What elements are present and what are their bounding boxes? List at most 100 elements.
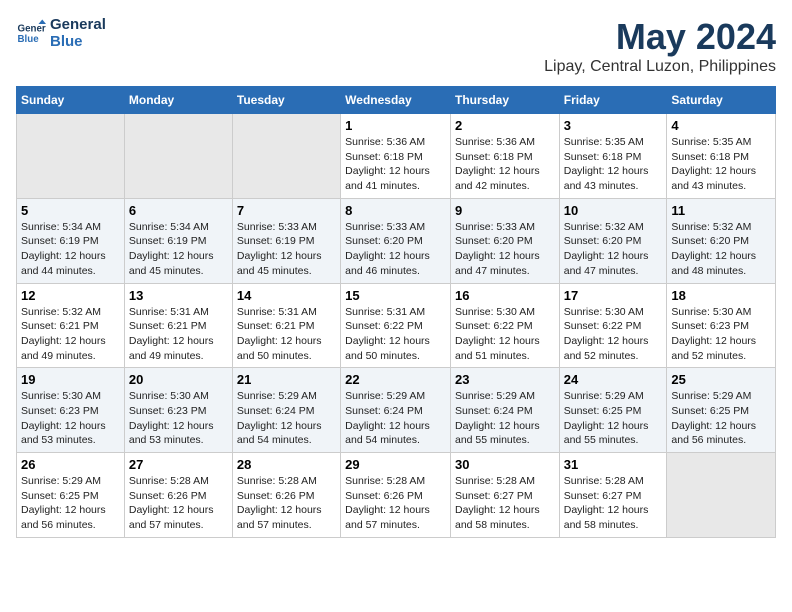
day-info: Sunrise: 5:28 AMSunset: 6:26 PMDaylight:… [345, 474, 446, 533]
day-number: 28 [237, 457, 336, 472]
day-info: Sunrise: 5:29 AMSunset: 6:25 PMDaylight:… [564, 389, 663, 448]
day-info: Sunrise: 5:33 AMSunset: 6:20 PMDaylight:… [455, 220, 555, 279]
day-number: 22 [345, 372, 446, 387]
day-info: Sunrise: 5:28 AMSunset: 6:27 PMDaylight:… [455, 474, 555, 533]
day-number: 10 [564, 203, 663, 218]
calendar-cell: 14 Sunrise: 5:31 AMSunset: 6:21 PMDayligh… [232, 283, 340, 368]
calendar-cell: 25 Sunrise: 5:29 AMSunset: 6:25 PMDayligh… [667, 368, 776, 453]
day-info: Sunrise: 5:32 AMSunset: 6:21 PMDaylight:… [21, 305, 120, 364]
calendar-cell: 15Sunrise: 5:31 AMSunset: 6:22 PMDayligh… [341, 283, 451, 368]
day-info: Sunrise: 5:34 AMSunset: 6:19 PMDaylight:… [129, 220, 228, 279]
calendar-cell [124, 114, 232, 199]
day-info: Sunrise: 5:34 AMSunset: 6:19 PMDaylight:… [21, 220, 120, 279]
col-header-thursday: Thursday [450, 87, 559, 114]
svg-text:General: General [18, 24, 47, 35]
day-info: Sunrise: 5:28 AMSunset: 6:26 PMDaylight:… [129, 474, 228, 533]
calendar-cell: 17Sunrise: 5:30 AMSunset: 6:22 PMDayligh… [559, 283, 667, 368]
day-number: 2 [455, 118, 555, 133]
day-number: 27 [129, 457, 228, 472]
day-info: Sunrise: 5:29 AMSunset: 6:25 PMDaylight:… [671, 389, 771, 448]
day-info: Sunrise: 5:35 AMSunset: 6:18 PMDaylight:… [564, 135, 663, 194]
day-info: Sunrise: 5:29 AMSunset: 6:25 PMDaylight:… [21, 474, 120, 533]
day-number: 21 [237, 372, 336, 387]
calendar-cell: 7Sunrise: 5:33 AMSunset: 6:19 PMDaylight… [232, 198, 340, 283]
day-number: 29 [345, 457, 446, 472]
calendar-cell: 27 Sunrise: 5:28 AMSunset: 6:26 PMDayligh… [124, 453, 232, 538]
day-number: 5 [21, 203, 120, 218]
day-info: Sunrise: 5:33 AMSunset: 6:20 PMDaylight:… [345, 220, 446, 279]
day-number: 14 [237, 288, 336, 303]
calendar-cell: 5 Sunrise: 5:34 AMSunset: 6:19 PMDaylight… [17, 198, 125, 283]
day-info: Sunrise: 5:36 AMSunset: 6:18 PMDaylight:… [455, 135, 555, 194]
day-info: Sunrise: 5:29 AMSunset: 6:24 PMDaylight:… [237, 389, 336, 448]
day-number: 6 [129, 203, 228, 218]
calendar-cell: 18 Sunrise: 5:30 AMSunset: 6:23 PMDayligh… [667, 283, 776, 368]
calendar-cell: 9 Sunrise: 5:33 AMSunset: 6:20 PMDaylight… [450, 198, 559, 283]
day-number: 9 [455, 203, 555, 218]
col-header-saturday: Saturday [667, 87, 776, 114]
day-info: Sunrise: 5:30 AMSunset: 6:23 PMDaylight:… [129, 389, 228, 448]
day-number: 3 [564, 118, 663, 133]
calendar-cell: 4 Sunrise: 5:35 AMSunset: 6:18 PMDaylight… [667, 114, 776, 199]
calendar-cell: 2 Sunrise: 5:36 AMSunset: 6:18 PMDaylight… [450, 114, 559, 199]
calendar-cell: 21 Sunrise: 5:29 AMSunset: 6:24 PMDayligh… [232, 368, 340, 453]
day-info: Sunrise: 5:32 AMSunset: 6:20 PMDaylight:… [564, 220, 663, 279]
calendar-cell: 28 Sunrise: 5:28 AMSunset: 6:26 PMDayligh… [232, 453, 340, 538]
calendar-cell: 12 Sunrise: 5:32 AMSunset: 6:21 PMDayligh… [17, 283, 125, 368]
day-number: 24 [564, 372, 663, 387]
day-number: 1 [345, 118, 446, 133]
calendar-cell: 31 Sunrise: 5:28 AMSunset: 6:27 PMDayligh… [559, 453, 667, 538]
calendar-cell: 6 Sunrise: 5:34 AMSunset: 6:19 PMDaylight… [124, 198, 232, 283]
day-number: 18 [671, 288, 771, 303]
day-number: 30 [455, 457, 555, 472]
calendar-cell: 11 Sunrise: 5:32 AMSunset: 6:20 PMDayligh… [667, 198, 776, 283]
day-info: Sunrise: 5:28 AMSunset: 6:26 PMDaylight:… [237, 474, 336, 533]
day-number: 19 [21, 372, 120, 387]
day-number: 4 [671, 118, 771, 133]
day-info: Sunrise: 5:29 AMSunset: 6:24 PMDaylight:… [345, 389, 446, 448]
day-number: 12 [21, 288, 120, 303]
calendar-cell: 1 Sunrise: 5:36 AMSunset: 6:18 PMDaylight… [341, 114, 451, 199]
day-number: 31 [564, 457, 663, 472]
day-number: 25 [671, 372, 771, 387]
calendar-cell: 29 Sunrise: 5:28 AMSunset: 6:26 PMDayligh… [341, 453, 451, 538]
day-number: 7 [237, 203, 336, 218]
day-number: 15 [345, 288, 446, 303]
logo-blue: Blue [50, 33, 106, 50]
calendar-cell [232, 114, 340, 199]
calendar-cell: 13Sunrise: 5:31 AMSunset: 6:21 PMDayligh… [124, 283, 232, 368]
calendar-cell: 30 Sunrise: 5:28 AMSunset: 6:27 PMDayligh… [450, 453, 559, 538]
day-info: Sunrise: 5:36 AMSunset: 6:18 PMDaylight:… [345, 135, 446, 194]
col-header-friday: Friday [559, 87, 667, 114]
calendar-cell: 23Sunrise: 5:29 AMSunset: 6:24 PMDayligh… [450, 368, 559, 453]
day-number: 16 [455, 288, 555, 303]
day-info: Sunrise: 5:30 AMSunset: 6:22 PMDaylight:… [455, 305, 555, 364]
col-header-tuesday: Tuesday [232, 87, 340, 114]
day-info: Sunrise: 5:31 AMSunset: 6:21 PMDaylight:… [237, 305, 336, 364]
day-number: 23 [455, 372, 555, 387]
calendar-subtitle: Lipay, Central Luzon, Philippines [544, 58, 776, 76]
calendar-cell: 3 Sunrise: 5:35 AMSunset: 6:18 PMDaylight… [559, 114, 667, 199]
day-info: Sunrise: 5:30 AMSunset: 6:23 PMDaylight:… [671, 305, 771, 364]
calendar-cell: 22 Sunrise: 5:29 AMSunset: 6:24 PMDayligh… [341, 368, 451, 453]
calendar-cell: 26Sunrise: 5:29 AMSunset: 6:25 PMDayligh… [17, 453, 125, 538]
day-info: Sunrise: 5:32 AMSunset: 6:20 PMDaylight:… [671, 220, 771, 279]
calendar-cell [17, 114, 125, 199]
logo-general: General [50, 16, 106, 33]
calendar-cell: 8 Sunrise: 5:33 AMSunset: 6:20 PMDaylight… [341, 198, 451, 283]
day-info: Sunrise: 5:31 AMSunset: 6:21 PMDaylight:… [129, 305, 228, 364]
day-number: 17 [564, 288, 663, 303]
logo-icon: General Blue [16, 18, 46, 48]
day-info: Sunrise: 5:28 AMSunset: 6:27 PMDaylight:… [564, 474, 663, 533]
logo: General Blue General Blue [16, 16, 106, 50]
calendar-cell: 19 Sunrise: 5:30 AMSunset: 6:23 PMDayligh… [17, 368, 125, 453]
day-number: 11 [671, 203, 771, 218]
title-block: May 2024 Lipay, Central Luzon, Philippin… [544, 16, 776, 76]
day-info: Sunrise: 5:35 AMSunset: 6:18 PMDaylight:… [671, 135, 771, 194]
col-header-wednesday: Wednesday [341, 87, 451, 114]
day-number: 8 [345, 203, 446, 218]
day-info: Sunrise: 5:30 AMSunset: 6:23 PMDaylight:… [21, 389, 120, 448]
calendar-cell: 16 Sunrise: 5:30 AMSunset: 6:22 PMDayligh… [450, 283, 559, 368]
col-header-sunday: Sunday [17, 87, 125, 114]
calendar-cell [667, 453, 776, 538]
